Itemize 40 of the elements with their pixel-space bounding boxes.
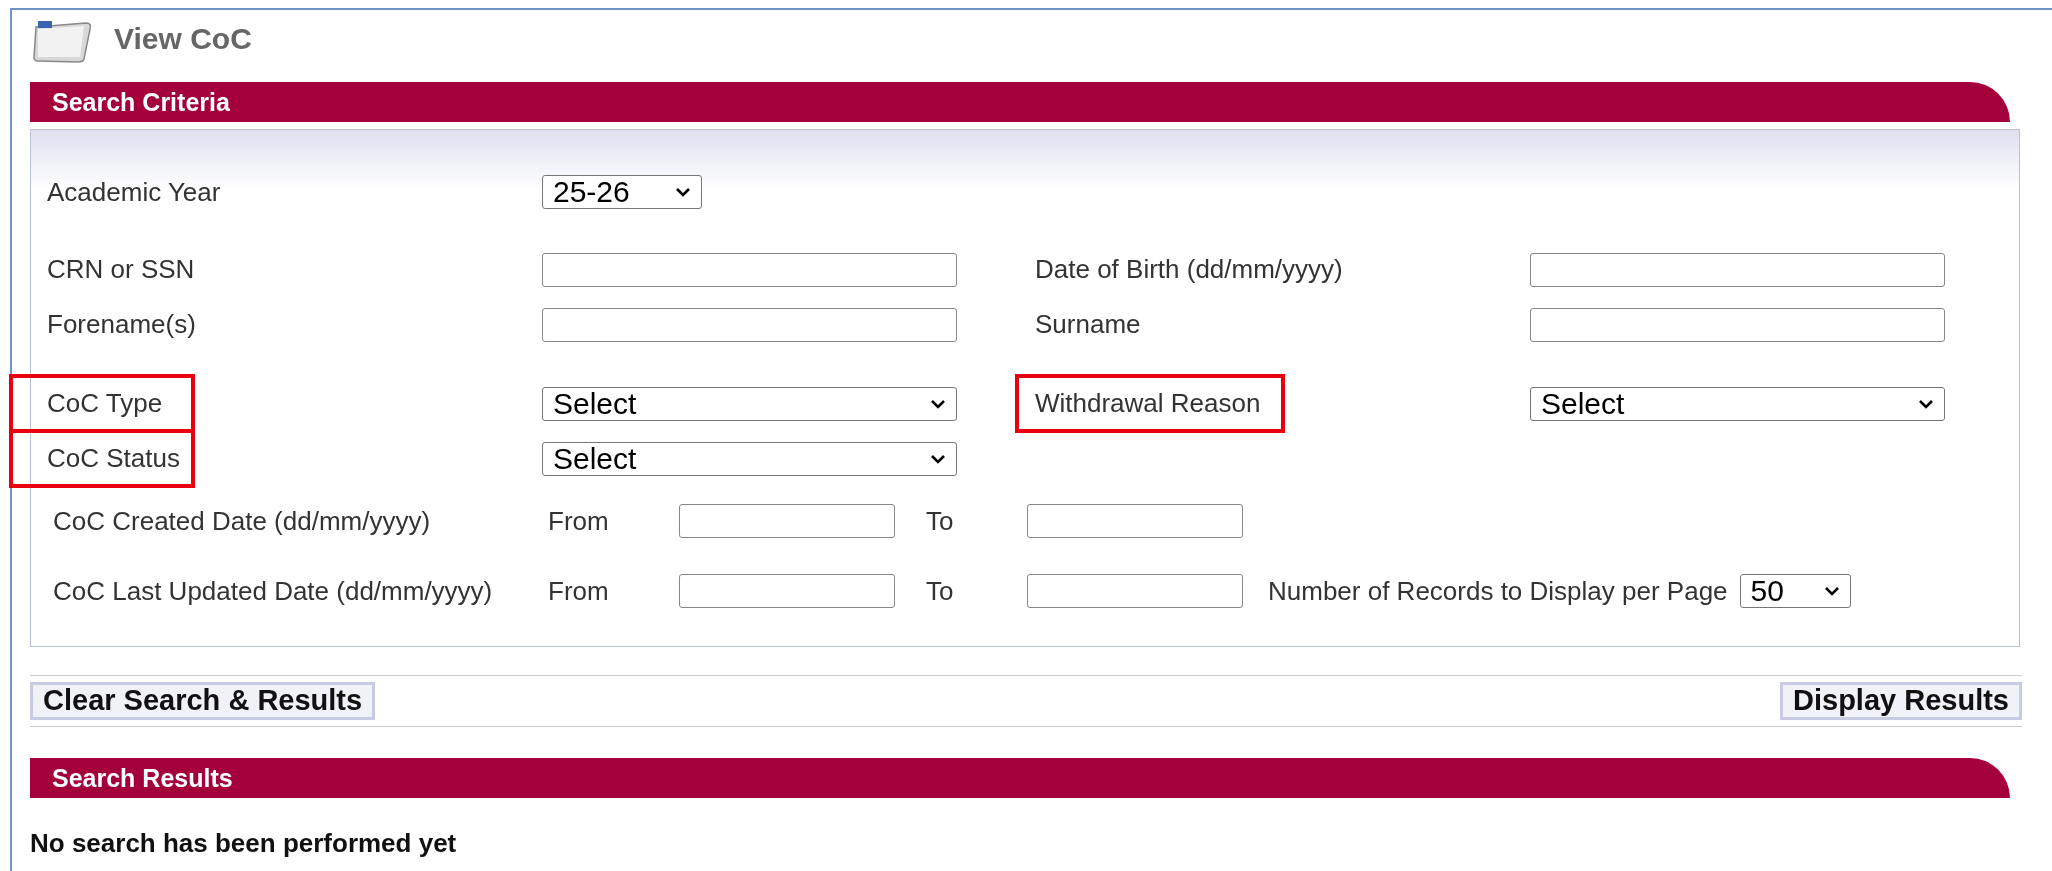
dropdown[interactable]: Select — [542, 441, 957, 476]
section-title: Search Results — [52, 763, 233, 793]
field-label: Forename(s) — [47, 309, 196, 339]
date-field[interactable] — [679, 504, 895, 538]
section-title: Search Criteria — [52, 87, 230, 117]
chevron-icon — [930, 453, 946, 464]
page-title: View CoC — [114, 22, 252, 56]
dropdown[interactable]: Select — [542, 386, 957, 421]
field-label: CoC Type — [47, 388, 163, 418]
clear-button[interactable]: Clear Search & Results — [30, 682, 376, 720]
field-label: Withdrawal Reason — [1035, 388, 1261, 418]
input-field[interactable] — [542, 252, 957, 287]
chevron-icon — [1918, 398, 1934, 409]
field-label: From — [548, 505, 610, 537]
input-field[interactable] — [1530, 252, 1945, 287]
dropdown[interactable]: 25-26 — [542, 175, 702, 209]
field-label: Academic Year — [47, 176, 221, 207]
results-message: No search has been performed yet — [30, 828, 458, 859]
dropdown[interactable]: Select — [1530, 386, 1945, 421]
field-label: To — [925, 575, 955, 607]
chevron-icon — [930, 398, 946, 409]
date-field[interactable] — [1027, 574, 1243, 608]
dropdown[interactable]: 50 — [1739, 574, 1851, 608]
display-results-button[interactable]: Display Results — [1780, 682, 2022, 720]
field-label: Number of Records to Display per Page — [1268, 575, 1728, 607]
field-label: Surname — [1035, 309, 1141, 339]
input-field[interactable] — [542, 307, 957, 342]
field-label: CoC Last Updated Date (dd/mm/yyyy) — [52, 575, 494, 607]
chevron-icon — [1823, 586, 1840, 596]
date-field[interactable] — [679, 574, 895, 608]
field-label: CoC Created Date (dd/mm/yyyy) — [52, 505, 432, 537]
input-field[interactable] — [1530, 307, 1945, 342]
field-label: To — [925, 505, 955, 537]
date-field[interactable] — [1027, 504, 1243, 538]
field-label: From — [548, 575, 610, 607]
folder-icon — [32, 19, 94, 63]
field-label: Date of Birth (dd/mm/yyyy) — [1035, 254, 1343, 284]
field-label: CoC Status — [47, 443, 180, 473]
chevron-icon — [675, 187, 691, 197]
field-label: CRN or SSN — [47, 254, 195, 284]
